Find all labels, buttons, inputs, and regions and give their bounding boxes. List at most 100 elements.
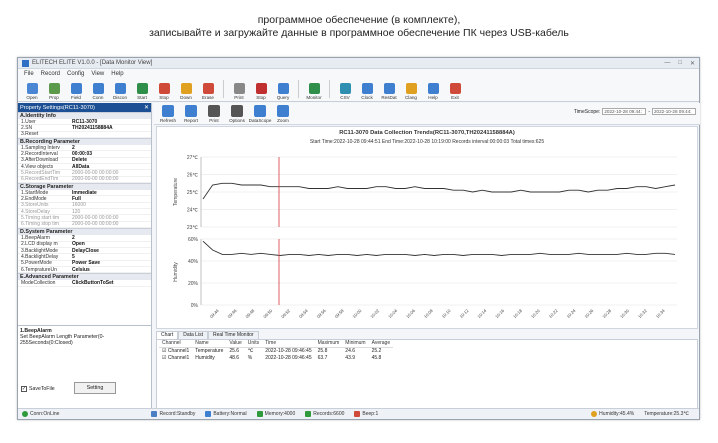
minimize-icon[interactable]: —	[664, 60, 670, 67]
table-cell: 25.2	[369, 347, 394, 354]
property-value: Power Save	[72, 260, 101, 267]
menu-view[interactable]: View	[91, 71, 104, 77]
setting-button[interactable]: Setting	[74, 382, 116, 394]
stop2-icon	[255, 83, 267, 94]
chart-tool-refresh[interactable]: Refresh	[158, 105, 178, 123]
toolbar-button-conn[interactable]: Conn	[89, 83, 107, 100]
maximize-icon[interactable]: □	[678, 60, 682, 67]
menu-config[interactable]: Config	[67, 71, 84, 77]
column-header[interactable]: Name	[192, 340, 227, 348]
table-cell: 48.6	[226, 354, 244, 361]
time-scope-from-field[interactable]: 2022-10-28 09:44:	[602, 108, 647, 115]
toolbar-button-prop[interactable]: Prop	[45, 83, 63, 100]
toolbar-button-clock[interactable]: Clock	[358, 83, 376, 100]
table-row[interactable]: ☑ Channel1 Temperature 25.6 ℃ 2022-10-28 09:…	[159, 347, 393, 354]
y-tick-label: 26℃	[187, 173, 199, 179]
property-value: RC11-3070	[72, 118, 98, 125]
toolbar-button-help[interactable]: Help	[424, 83, 442, 100]
report-icon	[185, 105, 197, 117]
column-header[interactable]: Channel	[159, 340, 193, 348]
table-header-row: Channel Name Value Units Time Maximum Minimum A…	[159, 340, 394, 348]
connect-icon	[92, 83, 104, 94]
column-header[interactable]: Value	[226, 340, 245, 348]
chart-tool-label: Report	[184, 118, 198, 123]
status-item-label: Record:Standby	[159, 411, 196, 417]
toolbar-button-csv[interactable]: CSV	[336, 83, 354, 100]
property-row[interactable]: 6.Timing stop tim 2000-00-00 00:00:00	[18, 221, 151, 229]
toolbar-button-resdat[interactable]: ResDat	[380, 83, 398, 100]
chart-tool-options[interactable]: Options	[227, 105, 247, 123]
sensor-icon	[591, 411, 598, 417]
trend-chart[interactable]: 27℃ 26℃ 25℃ 24℃ 23℃ Temperature 60% 40% 20% 0% Hum…	[157, 127, 697, 328]
toolbar-button-down[interactable]: Down	[177, 83, 195, 100]
close-icon[interactable]: ✕	[690, 60, 695, 67]
toolbar-button-query[interactable]: Query	[274, 83, 292, 100]
property-row[interactable]: 6.TempratureUn Celsius	[18, 266, 151, 274]
status-item: Record:Standby	[151, 411, 195, 417]
toolbar-button-stop[interactable]: Stop	[155, 83, 173, 100]
stop-icon	[158, 83, 170, 94]
range-separator: -	[648, 108, 650, 115]
x-tick-label: 10:16	[494, 308, 505, 319]
menu-bar: File Record Config View Help	[18, 69, 699, 78]
property-key: 1.BeepAlarm	[21, 234, 50, 241]
column-header[interactable]: Average	[368, 340, 394, 348]
column-header[interactable]: Minimum	[342, 340, 369, 348]
reset-icon	[383, 83, 395, 94]
x-tick-label: 10:32	[637, 308, 648, 319]
tab-chart[interactable]: Chart	[156, 331, 179, 339]
tab-data-list[interactable]: Data List	[178, 331, 208, 339]
y-tick-label: 20%	[188, 281, 199, 287]
table-cell: ☑ Channel1	[159, 347, 192, 354]
menu-record[interactable]: Record	[41, 71, 60, 77]
column-header[interactable]: Units	[244, 340, 263, 348]
chart-tool-report[interactable]: Report	[181, 105, 201, 123]
table-cell: 63.7	[315, 354, 343, 361]
chart-tool-print[interactable]: Print	[204, 105, 224, 123]
property-row[interactable]: 6.RecordEndTim 2000-00-00 00:00:00	[18, 176, 151, 184]
property-key: 1.User	[21, 118, 36, 125]
toolbar-button-stop[interactable]: Stop	[252, 83, 270, 100]
toolbar-label: Stop	[256, 95, 266, 100]
toolbar-button-start[interactable]: Start	[133, 83, 151, 100]
x-tick-label: 10:18	[512, 308, 523, 319]
toolbar-button-erase[interactable]: Erase	[199, 83, 217, 100]
toolbar-button-field[interactable]: Field	[67, 83, 85, 100]
save-to-file-checkbox[interactable]: ✓ SaveToFile	[21, 386, 55, 392]
toolbar-label: Help	[428, 95, 438, 100]
toolbar-label: Conn	[92, 95, 104, 100]
humidity-label: Humidity:45.4%	[599, 411, 635, 417]
table-row[interactable]: ☑ Channel1 Humidity 48.6% 2022-10-28 09:46:…	[159, 354, 393, 361]
menu-file[interactable]: File	[24, 71, 34, 77]
property-value: 00:00:03	[72, 151, 93, 158]
x-tick-label: 10:02	[369, 308, 380, 319]
property-key: 1.StartMode	[21, 189, 49, 196]
column-header[interactable]: Time	[262, 340, 315, 348]
chart-tool-zoom[interactable]: Zoom	[273, 105, 293, 123]
toolbar-button-discon[interactable]: Discon	[111, 83, 129, 100]
table-cell: 25.6	[226, 347, 244, 354]
toolbar-button-clang[interactable]: Clang	[402, 83, 420, 100]
app-window: ELITECH ELITE V1.0.0 - [Data Monitor Vie…	[17, 57, 700, 420]
property-key: 5.Timing start tim	[21, 215, 60, 222]
property-list: A.Identity Info 1.User RC11-3070 2.SN TH2024…	[18, 112, 151, 287]
title-bar: ELITECH ELITE V1.0.0 - [Data Monitor Vie…	[18, 58, 699, 69]
status-item: Memory:4000	[256, 411, 295, 417]
toolbar-button-exit[interactable]: Exit	[446, 83, 464, 100]
view-tabs: Chart Data List Real Time Monitor	[156, 331, 259, 339]
property-value: Celsius	[72, 266, 90, 273]
toolbar-label: Print	[234, 95, 244, 100]
toolbar-button-open[interactable]: Open	[23, 83, 41, 100]
app-icon	[22, 59, 29, 67]
panel-close-icon[interactable]: ✕	[144, 104, 149, 111]
chart-tool-datascope[interactable]: DataScope	[249, 105, 271, 123]
toolbar-button-print[interactable]: Print	[230, 83, 248, 100]
toolbar-button-monitor[interactable]: Monitor	[305, 83, 323, 100]
column-header[interactable]: Maximum	[314, 340, 343, 348]
series-line	[202, 240, 676, 256]
menu-help[interactable]: Help	[111, 71, 123, 77]
table-cell: 24.6	[342, 347, 368, 354]
time-scope-to-field[interactable]: 2022-10-28 09:44:	[652, 108, 696, 115]
tab-real-time-monitor[interactable]: Real Time Monitor	[207, 331, 259, 339]
property-row[interactable]: ModeCollection ClickButtonToSet	[18, 280, 151, 287]
